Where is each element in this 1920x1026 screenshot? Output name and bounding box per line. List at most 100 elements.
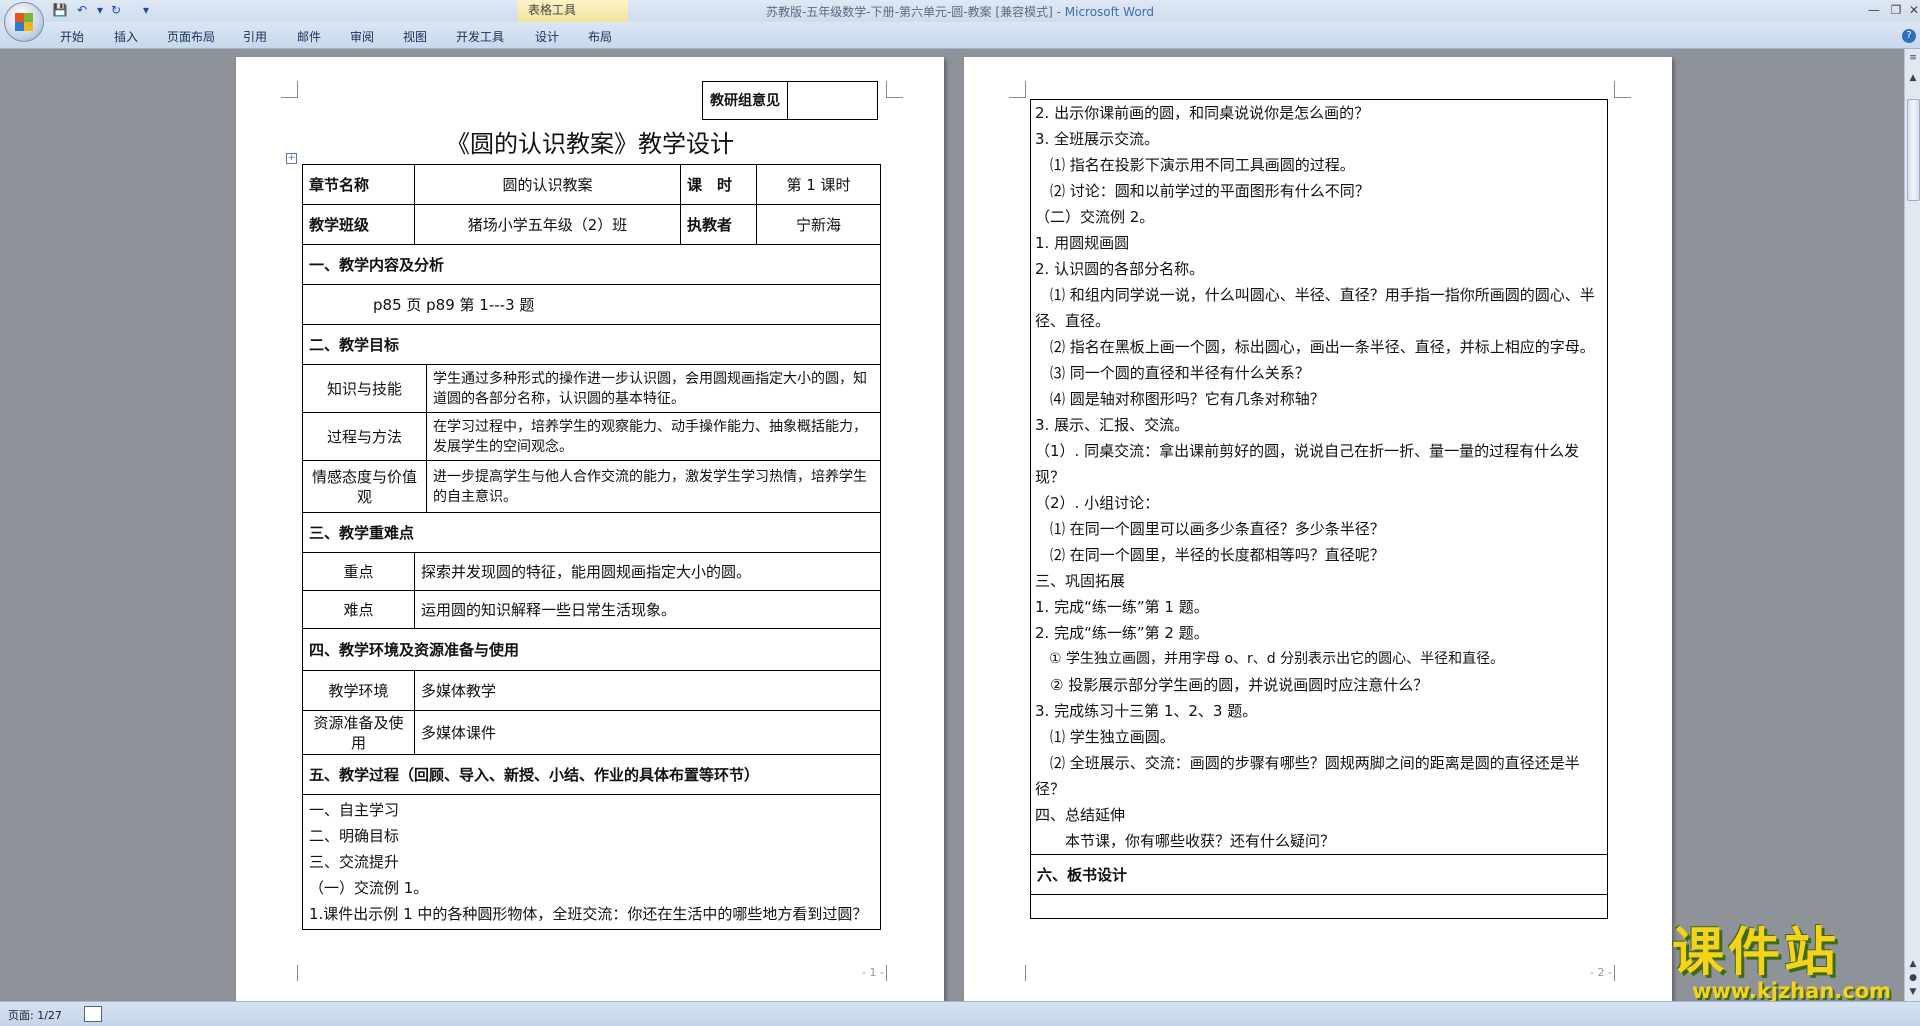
page-2: 2. 出示你课前画的圆，和同桌说说你是怎么画的？ 3. 全班展示交流。 ⑴ 指名…	[964, 57, 1672, 1001]
lesson-plan-table-continued: 2. 出示你课前画的圆，和同桌说说你是怎么画的？ 3. 全班展示交流。 ⑴ 指名…	[1030, 99, 1608, 919]
environment-text[interactable]: 多媒体教学	[413, 670, 882, 711]
crop-mark	[1614, 965, 1631, 981]
process-line: 2. 完成“练一练”第 2 题。	[1035, 624, 1209, 642]
scroll-up-icon[interactable]: ▲	[1907, 71, 1919, 85]
minimize-icon[interactable]: —	[1864, 2, 1884, 18]
keypoint-label: 难点	[302, 590, 415, 629]
section-environment-heading: 四、教学环境及资源准备与使用	[301, 628, 882, 671]
site-watermark: 课件站 www.kjzhan.com	[1672, 923, 1902, 1003]
goal-label: 知识与技能	[302, 364, 427, 413]
keypoint-label: 重点	[302, 552, 415, 591]
process-line: 本节课，你有哪些收获？还有什么疑问？	[1035, 832, 1336, 850]
close-icon[interactable]: ✕	[1904, 2, 1920, 18]
process-line: ⑷ 圆是轴对称图形吗？它有几条对称轴？	[1035, 390, 1325, 408]
tab-view[interactable]: 视图	[403, 28, 427, 45]
process-continued-cell[interactable]: 2. 出示你课前画的圆，和同桌说说你是怎么画的？ 3. 全班展示交流。 ⑴ 指名…	[1030, 99, 1608, 855]
process-line: 一、自主学习	[309, 801, 400, 819]
period-label: 课 时	[680, 164, 758, 205]
process-line: 1. 用圆规画圆	[1035, 234, 1130, 252]
review-table: 教研组意见	[702, 81, 878, 120]
process-cell[interactable]: 一、自主学习 二、明确目标 三、交流提升 （一）交流例 1。 1.课件出示例 1…	[301, 794, 882, 930]
tab-references[interactable]: 引用	[243, 28, 267, 45]
process-line: 三、巩固拓展	[1035, 572, 1126, 590]
process-line: （一）交流例 1。	[309, 879, 429, 897]
process-line: ⑵ 指名在黑板上画一个圆，标出圆心，画出一条半径、直径，并标上相应的字母。	[1035, 338, 1595, 356]
section-process-heading: 五、教学过程（回顾、导入、新授、小结、作业的具体布置等环节）	[301, 754, 882, 795]
chapter-value[interactable]: 圆的认识教案	[413, 164, 682, 205]
prev-page-icon[interactable]: ▲	[1907, 957, 1919, 971]
process-line: （1）. 同桌交流：拿出课前剪好的圆，说说自己在折一折、量一量的过程有什么发现？	[1035, 442, 1580, 486]
next-page-icon[interactable]: ▼	[1907, 985, 1919, 999]
page-1: 教研组意见 《圆的认识教案》教学设计 + 章节名称 圆的认识教案 课 时 第 1…	[236, 57, 944, 1001]
section-keypoints-heading: 三、教学重难点	[301, 512, 882, 553]
help-icon[interactable]: ?	[1902, 29, 1916, 43]
browse-object-icon[interactable]: ●	[1907, 971, 1919, 985]
review-label: 教研组意见	[702, 81, 788, 120]
office-logo-icon	[15, 13, 33, 31]
crop-mark	[1009, 965, 1026, 981]
process-line: ⑴ 在同一个圆里可以画多少条直径？多少条半径？	[1035, 520, 1385, 538]
ruler-toggle-icon[interactable]: ≡	[1907, 51, 1919, 65]
title-bar: 💾 ↶ ▾ ↻ ▾ 表格工具 苏教版-五年级数学-下册-第六单元-圆-教案 [兼…	[0, 0, 1920, 22]
section-goals-heading: 二、教学目标	[301, 324, 882, 365]
crop-mark	[886, 965, 903, 981]
tab-design[interactable]: 设计	[535, 28, 559, 45]
process-line: 二、明确目标	[309, 827, 400, 845]
goal-text[interactable]: 进一步提高学生与他人合作交流的能力，激发学生学习热情，培养学生的自主意识。	[425, 460, 882, 513]
review-cell[interactable]	[787, 81, 878, 120]
tab-review[interactable]: 审阅	[350, 28, 374, 45]
office-button[interactable]	[4, 2, 44, 42]
goal-label: 情感态度与价值观	[302, 460, 427, 513]
watermark-url: www.kjzhan.com	[1692, 979, 1892, 1003]
restore-icon[interactable]: ❐	[1886, 2, 1906, 18]
crop-mark	[886, 81, 903, 98]
tab-layout[interactable]: 布局	[588, 28, 612, 45]
process-line: 3. 展示、汇报、交流。	[1035, 416, 1190, 434]
process-line: 3. 全班展示交流。	[1035, 130, 1160, 148]
environment-label: 教学环境	[302, 670, 415, 711]
page-count-status[interactable]: 页面: 1/27	[8, 1007, 62, 1023]
environment-text[interactable]: 多媒体课件	[413, 710, 882, 755]
status-bar: 页面: 1/27	[0, 1001, 1920, 1026]
goal-label: 过程与方法	[302, 412, 427, 461]
class-label: 教学班级	[302, 204, 415, 245]
process-line: 1.课件出示例 1 中的各种圆形物体，全班交流：你还在生活中的哪些地方看到过圆？	[309, 905, 868, 923]
process-line: （2）. 小组讨论：	[1035, 494, 1160, 512]
window-title: 苏教版-五年级数学-下册-第六单元-圆-教案 [兼容模式] - Microsof…	[0, 3, 1920, 20]
table-move-handle-icon[interactable]: +	[286, 153, 297, 164]
crop-mark	[1614, 81, 1631, 98]
crop-mark	[281, 81, 298, 98]
watermark-logo-text: 课件站	[1672, 923, 1841, 983]
goal-text[interactable]: 在学习过程中，培养学生的观察能力、动手操作能力、抽象概括能力，发展学生的空间观念…	[425, 412, 882, 461]
tab-mailings[interactable]: 邮件	[297, 28, 321, 45]
keypoint-text[interactable]: 运用圆的知识解释一些日常生活现象。	[413, 590, 882, 629]
tab-insert[interactable]: 插入	[114, 28, 138, 45]
teacher-value[interactable]: 宁新海	[756, 204, 882, 245]
teacher-label: 执教者	[680, 204, 758, 245]
vertical-scrollbar[interactable]: ≡ ▲ ▲ ● ▼	[1904, 49, 1920, 1001]
section-content-heading: 一、教学内容及分析	[301, 244, 882, 285]
board-design-cell[interactable]	[1030, 894, 1608, 919]
document-title: 苏教版-五年级数学-下册-第六单元-圆-教案 [兼容模式] -	[765, 5, 1065, 19]
process-line: ⑵ 讨论：圆和以前学过的平面图形有什么不同？	[1035, 182, 1370, 200]
process-line: ⑵ 全班展示、交流：画圆的步骤有哪些？圆规两脚之间的距离是圆的直径还是半径？	[1035, 754, 1580, 798]
tab-home[interactable]: 开始	[60, 28, 84, 45]
period-value[interactable]: 第 1 课时	[756, 164, 882, 205]
keypoint-text[interactable]: 探索并发现圆的特征，能用圆规画指定大小的圆。	[413, 552, 882, 591]
class-value[interactable]: 猪场小学五年级（2）班	[413, 204, 682, 245]
scrollbar-thumb[interactable]	[1907, 99, 1920, 201]
content-text[interactable]: p85 页 p89 第 1---3 题	[301, 284, 882, 325]
proofing-status-icon[interactable]	[84, 1006, 102, 1022]
goal-text[interactable]: 学生通过多种形式的操作进一步认识圆，会用圆规画指定大小的圆，知道圆的各部分名称，…	[425, 364, 882, 413]
crop-mark	[1009, 81, 1026, 98]
tab-developer[interactable]: 开发工具	[456, 28, 504, 45]
process-line: ⑵ 在同一个圆里，半径的长度都相等吗？直径呢？	[1035, 546, 1385, 564]
environment-label: 资源准备及使用	[302, 710, 415, 755]
process-line: ⑴ 指名在投影下演示用不同工具画圆的过程。	[1035, 156, 1355, 174]
document-title-heading: 《圆的认识教案》教学设计	[446, 130, 734, 158]
process-line: ⑴ 学生独立画圆。	[1035, 728, 1175, 746]
process-line: （二）交流例 2。	[1035, 208, 1155, 226]
chapter-label: 章节名称	[302, 164, 415, 205]
process-line: 2. 出示你课前画的圆，和同桌说说你是怎么画的？	[1035, 104, 1370, 122]
tab-page-layout[interactable]: 页面布局	[167, 28, 215, 45]
